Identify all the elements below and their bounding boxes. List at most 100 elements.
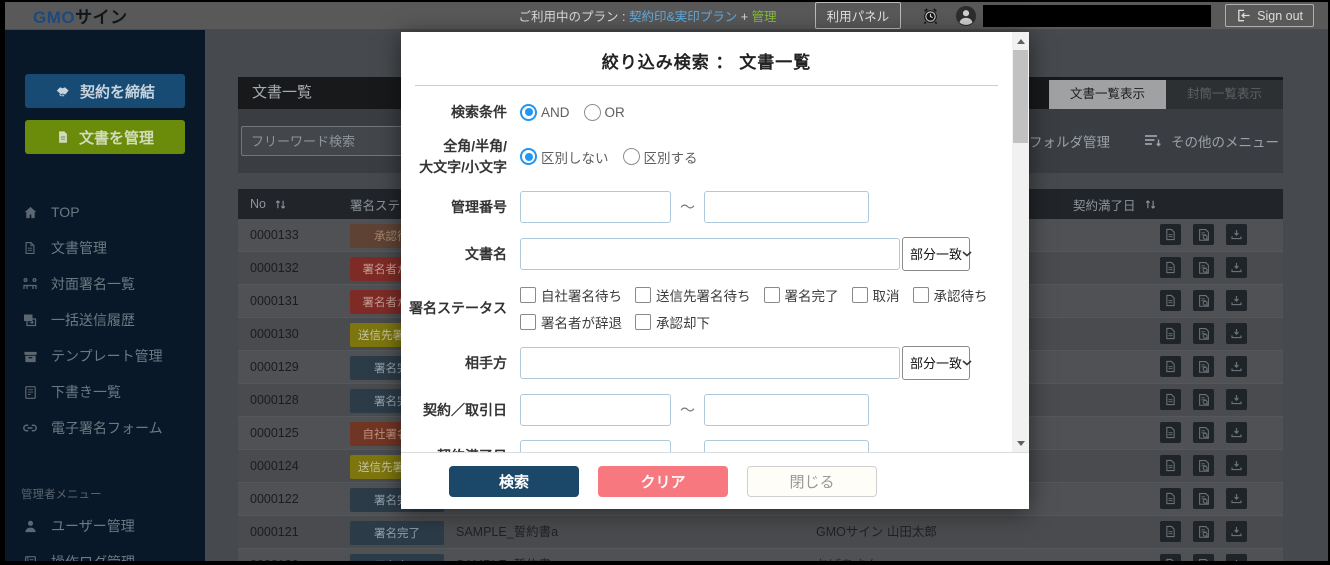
- partner-input[interactable]: [520, 346, 900, 379]
- doc-preview-button[interactable]: [1160, 422, 1181, 443]
- doc-preview-button[interactable]: [1160, 521, 1181, 542]
- admin-menu-section-label: 管理者メニュー: [21, 489, 102, 501]
- radio-option[interactable]: AND: [520, 103, 570, 121]
- contract-date-to-input[interactable]: [704, 393, 870, 426]
- sidebar-item-e-sign-form[interactable]: 電子署名フォーム: [5, 410, 205, 446]
- other-menu-button[interactable]: その他のメニュー: [1144, 131, 1279, 151]
- doc-search-button[interactable]: [1193, 521, 1214, 542]
- doc-preview-button[interactable]: [1160, 290, 1181, 311]
- contract-expiry-from-input[interactable]: [520, 439, 671, 452]
- doc-preview-button[interactable]: [1160, 389, 1181, 410]
- doc-preview-button[interactable]: [1160, 554, 1181, 561]
- doc-search-button[interactable]: [1193, 422, 1214, 443]
- usage-panel-button[interactable]: 利用パネル: [814, 2, 902, 29]
- gmo-sign-logo[interactable]: GMOサイン: [33, 3, 128, 28]
- column-header-no[interactable]: No: [250, 189, 287, 219]
- radio-option[interactable]: OR: [583, 103, 625, 121]
- status-checkbox-option[interactable]: 承認却下: [635, 312, 710, 332]
- doc-search-button[interactable]: [1193, 389, 1214, 410]
- sidebar-item-bulk-send-history[interactable]: 一括送信履歴: [5, 302, 205, 338]
- radio-checked-icon[interactable]: [520, 148, 537, 166]
- doc-preview-button[interactable]: [1160, 455, 1181, 476]
- control-number-from-input[interactable]: [520, 190, 671, 223]
- doc-search-button[interactable]: [1193, 224, 1214, 245]
- checkbox-unchecked-icon[interactable]: [520, 286, 536, 303]
- download-button[interactable]: [1226, 389, 1247, 410]
- partner-match-select[interactable]: 部分一致: [902, 345, 972, 380]
- sidebar-item-user-manage[interactable]: ユーザー管理: [5, 508, 205, 544]
- avatar-icon[interactable]: [955, 5, 977, 27]
- doc-preview-button[interactable]: [1160, 224, 1181, 245]
- download-button[interactable]: [1226, 356, 1247, 377]
- doc-search-button[interactable]: [1193, 290, 1214, 311]
- download-button[interactable]: [1226, 257, 1247, 278]
- status-checkbox-option[interactable]: 取消: [851, 285, 900, 305]
- doc-search-button[interactable]: [1193, 455, 1214, 476]
- sidebar-item-face-to-face-sign-list[interactable]: 対面署名一覧: [5, 266, 205, 302]
- radio-option[interactable]: 区別する: [622, 147, 698, 167]
- download-button[interactable]: [1226, 521, 1247, 542]
- modal-scrollbar[interactable]: [1012, 32, 1029, 452]
- document-name-match-select[interactable]: 部分一致: [902, 236, 972, 271]
- doc-search-button[interactable]: [1193, 554, 1214, 561]
- doc-search-button[interactable]: [1193, 488, 1214, 509]
- radio-unchecked-icon[interactable]: [583, 103, 601, 121]
- checkbox-unchecked-icon[interactable]: [763, 286, 780, 303]
- status-checkbox-option[interactable]: 自社署名待ち: [520, 285, 622, 305]
- contract-expiry-to-input[interactable]: [704, 439, 870, 452]
- close-button[interactable]: 閉じる: [747, 465, 877, 497]
- radio-checked-icon[interactable]: [520, 103, 537, 121]
- download-button[interactable]: [1226, 290, 1247, 311]
- checkbox-unchecked-icon[interactable]: [635, 313, 651, 330]
- tab-envelope-list-view[interactable]: 封筒一覧表示: [1165, 80, 1283, 109]
- doc-preview-button[interactable]: [1160, 323, 1181, 344]
- contract-date-from-input[interactable]: [520, 393, 671, 426]
- scrollbar-thumb[interactable]: [1013, 50, 1028, 143]
- doc-preview-button[interactable]: [1160, 488, 1181, 509]
- status-checkbox-option[interactable]: 署名者が辞退: [520, 312, 622, 332]
- sign-out-button[interactable]: Sign out: [1225, 4, 1314, 27]
- table-row[interactable]: 0000120 署名完了 SAMPLE_誓約書a おばあさん: [238, 549, 1283, 561]
- column-header-contract-expiry[interactable]: 契約満了日: [1073, 189, 1157, 219]
- table-row[interactable]: 0000121 署名完了 SAMPLE_誓約書a GMOサイン 山田太郎: [238, 516, 1283, 549]
- doc-search-button[interactable]: [1193, 323, 1214, 344]
- alarm-clock-icon[interactable]: [921, 6, 940, 25]
- status-checkbox-option[interactable]: 承認待ち: [912, 285, 988, 305]
- checkbox-unchecked-icon[interactable]: [520, 313, 536, 330]
- checkbox-unchecked-icon[interactable]: [851, 286, 868, 303]
- doc-search-button[interactable]: [1193, 356, 1214, 377]
- control-number-to-input[interactable]: [704, 190, 870, 223]
- scrollbar-up-arrow[interactable]: [1012, 33, 1029, 49]
- document-name-input[interactable]: [520, 237, 900, 270]
- radio-unchecked-icon[interactable]: [622, 148, 640, 166]
- tab-document-list-view[interactable]: 文書一覧表示: [1048, 80, 1166, 109]
- clear-button[interactable]: クリア: [598, 465, 728, 497]
- download-button[interactable]: [1226, 455, 1247, 476]
- sidebar-item-operation-log[interactable]: 操作ログ管理: [5, 544, 205, 561]
- download-button[interactable]: [1226, 422, 1247, 443]
- status-checkbox-option[interactable]: 送信先署名待ち: [635, 285, 751, 305]
- checkbox-unchecked-icon[interactable]: [912, 286, 929, 303]
- doc-preview-button[interactable]: [1160, 257, 1181, 278]
- conclude-contract-button[interactable]: 契約を締結: [25, 74, 185, 108]
- doc-preview-button[interactable]: [1160, 356, 1181, 377]
- manage-doc-icon: [56, 130, 70, 144]
- search-button[interactable]: 検索: [449, 465, 579, 497]
- sort-icon[interactable]: [274, 198, 287, 211]
- scrollbar-down-arrow[interactable]: [1012, 435, 1029, 451]
- download-button[interactable]: [1226, 323, 1247, 344]
- sidebar-item-document-manage[interactable]: 文書管理: [5, 230, 205, 266]
- sidebar-item-draft-list[interactable]: 下書き一覧: [5, 374, 205, 410]
- checkbox-unchecked-icon[interactable]: [635, 286, 651, 303]
- doc-search-icon: [1197, 228, 1211, 242]
- sidebar-item-top[interactable]: TOP: [5, 194, 205, 230]
- download-button[interactable]: [1226, 554, 1247, 561]
- download-button[interactable]: [1226, 488, 1247, 509]
- doc-search-button[interactable]: [1193, 257, 1214, 278]
- radio-option[interactable]: 区別しない: [520, 147, 609, 167]
- status-checkbox-option[interactable]: 署名完了: [763, 285, 839, 305]
- sidebar-item-template-manage[interactable]: テンプレート管理: [5, 338, 205, 374]
- download-button[interactable]: [1226, 224, 1247, 245]
- sort-icon[interactable]: [1144, 198, 1157, 211]
- manage-documents-button[interactable]: 文書を管理: [25, 120, 185, 154]
